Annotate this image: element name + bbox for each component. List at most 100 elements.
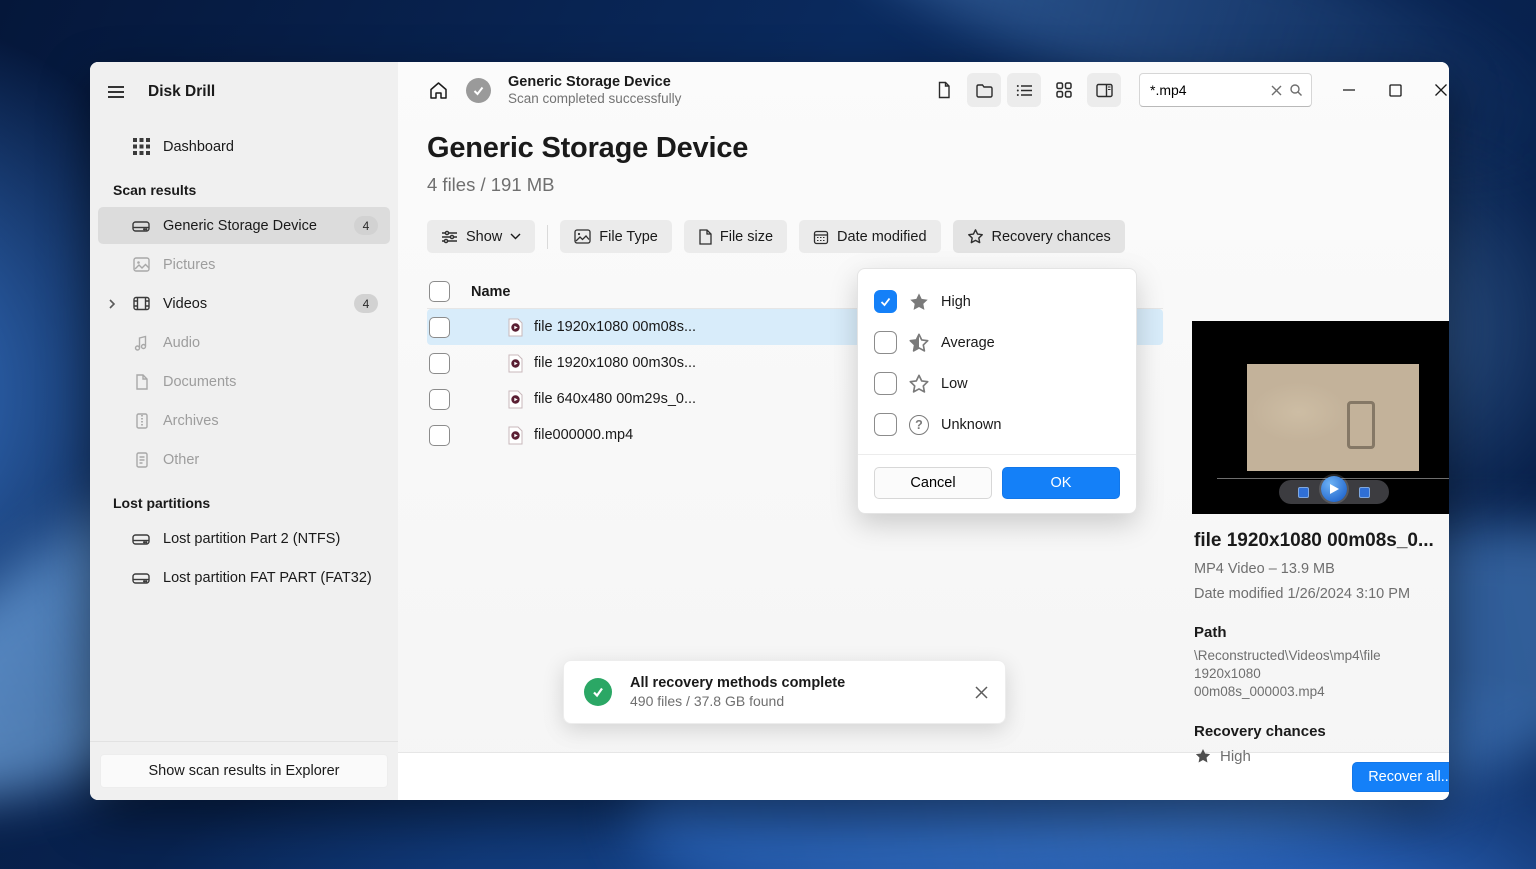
fullscreen-button[interactable] [1358, 486, 1370, 498]
new-session-button[interactable] [927, 73, 961, 107]
page-title: Generic Storage Device [427, 132, 749, 164]
recover-all-button[interactable]: Recover all... [1352, 761, 1449, 792]
maximize-button[interactable] [1372, 70, 1418, 110]
detail-file-title: file 1920x1080 00m08s_0... [1194, 530, 1434, 551]
video-file-icon [507, 318, 524, 337]
list-view-button[interactable] [1007, 73, 1041, 107]
sidebar-item-label: Generic Storage Device [163, 217, 317, 234]
sidebar-item-lost-partition-fat32[interactable]: Lost partition FAT PART (FAT32) [98, 559, 390, 596]
row-checkbox[interactable] [429, 316, 450, 338]
sidebar-item-dashboard[interactable]: Dashboard [98, 128, 390, 165]
search-box[interactable] [1139, 73, 1312, 107]
search-icon[interactable] [1289, 83, 1303, 97]
sidebar: Disk Drill Dashboard Scan results Generi… [90, 62, 398, 800]
recovery-chances-filter-button[interactable]: Recovery chances [952, 220, 1125, 253]
home-button[interactable] [428, 80, 449, 101]
sidebar-item-audio[interactable]: Audio [98, 324, 390, 361]
file-type-icon [574, 229, 591, 244]
popup-option-average[interactable]: Average [874, 322, 1120, 363]
checkbox-unchecked[interactable] [874, 413, 897, 436]
scan-results-section-label: Scan results [113, 182, 197, 198]
toast-subtitle: 490 files / 37.8 GB found [630, 693, 785, 709]
archives-icon [126, 412, 156, 430]
item-count-badge: 4 [354, 294, 378, 313]
video-preview[interactable] [1192, 321, 1449, 514]
date-modified-filter-button[interactable]: Date modified [799, 220, 941, 253]
file-size-filter-button[interactable]: File size [683, 220, 788, 253]
sidebar-item-label: Lost partition Part 2 (NTFS) [163, 530, 341, 547]
minimize-button[interactable] [1326, 70, 1372, 110]
grid-icon [1056, 82, 1072, 98]
ok-button[interactable]: OK [1002, 467, 1120, 499]
star-icon [967, 228, 984, 245]
path-label: Path [1194, 624, 1227, 641]
disk-drill-window: Disk Drill Dashboard Scan results Generi… [90, 62, 1449, 800]
folder-view-button[interactable] [967, 73, 1001, 107]
filter-label: Recovery chances [991, 228, 1111, 245]
star-filled-icon [908, 291, 930, 313]
recovery-chances-popup: High Average Low ? Unknown Cancel OK [857, 268, 1137, 514]
close-button[interactable] [1418, 70, 1449, 110]
file-type-filter-button[interactable]: File Type [560, 220, 672, 253]
close-icon [975, 685, 988, 699]
recovery-chances-label: Recovery chances [1194, 723, 1326, 740]
row-checkbox[interactable] [429, 352, 450, 374]
search-input[interactable] [1150, 82, 1264, 98]
play-button[interactable] [1320, 476, 1347, 502]
video-controls [1278, 476, 1389, 504]
grid-view-button[interactable] [1047, 73, 1081, 107]
show-scan-results-in-explorer-button[interactable]: Show scan results in Explorer [100, 754, 388, 788]
popup-option-high[interactable]: High [874, 281, 1120, 322]
show-filter-button[interactable]: Show [427, 220, 536, 253]
scan-complete-icon [466, 77, 491, 103]
checkbox-checked[interactable] [874, 290, 897, 313]
hamburger-menu-button[interactable] [106, 82, 126, 102]
row-checkbox[interactable] [429, 424, 450, 446]
folder-icon [975, 83, 993, 98]
chevron-right-icon[interactable] [98, 298, 126, 310]
sidebar-item-generic-storage-device[interactable]: Generic Storage Device 4 [98, 207, 390, 244]
videos-icon [126, 294, 156, 313]
filter-bar: Show File Type File size Date modified R… [427, 220, 1449, 253]
popup-option-unknown[interactable]: Unknown [874, 404, 1120, 445]
toast-title: All recovery methods complete [630, 675, 846, 691]
sidebar-item-documents[interactable]: Documents [98, 363, 390, 400]
sidebar-item-other[interactable]: Other [98, 441, 390, 478]
video-file-icon [507, 390, 524, 409]
filter-label: Date modified [837, 228, 927, 245]
audio-icon [126, 334, 156, 352]
select-all-checkbox[interactable] [429, 281, 450, 302]
option-label: High [941, 293, 971, 310]
sidebar-item-archives[interactable]: Archives [98, 402, 390, 439]
sidebar-item-videos[interactable]: Videos 4 [98, 285, 390, 322]
video-frame [1247, 364, 1419, 471]
clear-search-icon[interactable] [1270, 84, 1283, 97]
column-header-name[interactable]: Name [471, 284, 918, 300]
sidebar-item-lost-partition-ntfs[interactable]: Lost partition Part 2 (NTFS) [98, 520, 390, 557]
drive-icon [126, 529, 156, 549]
checkbox-unchecked[interactable] [874, 372, 897, 395]
sidebar-item-label: Documents [163, 373, 237, 390]
sidebar-item-pictures[interactable]: Pictures [98, 246, 390, 283]
filter-label: Show [466, 228, 503, 245]
video-file-icon [507, 426, 524, 445]
option-label: Unknown [941, 416, 1002, 433]
question-circle-icon [908, 414, 930, 435]
sidebar-item-label: Dashboard [163, 138, 234, 155]
popup-option-low[interactable]: Low [874, 363, 1120, 404]
detail-type-size: MP4 Video – 13.9 MB [1194, 561, 1335, 577]
toast-close-button[interactable] [974, 685, 989, 700]
sidebar-item-label: Pictures [163, 256, 216, 273]
file-name: file000000.mp4 [534, 427, 634, 443]
path-value: \Reconstructed\Videos\mp4\file 1920x1080… [1194, 648, 1381, 699]
sidebar-item-label: Other [163, 451, 200, 468]
star-half-icon [908, 332, 930, 354]
cancel-button[interactable]: Cancel [874, 467, 992, 499]
stop-button[interactable] [1297, 486, 1309, 498]
preview-panel-toggle-button[interactable] [1087, 73, 1121, 107]
checkbox-unchecked[interactable] [874, 331, 897, 354]
file-name: file 1920x1080 00m30s... [534, 355, 697, 371]
row-checkbox[interactable] [429, 388, 450, 410]
lost-partitions-section-label: Lost partitions [113, 495, 211, 511]
toast-notification: All recovery methods complete 490 files … [563, 660, 1006, 724]
